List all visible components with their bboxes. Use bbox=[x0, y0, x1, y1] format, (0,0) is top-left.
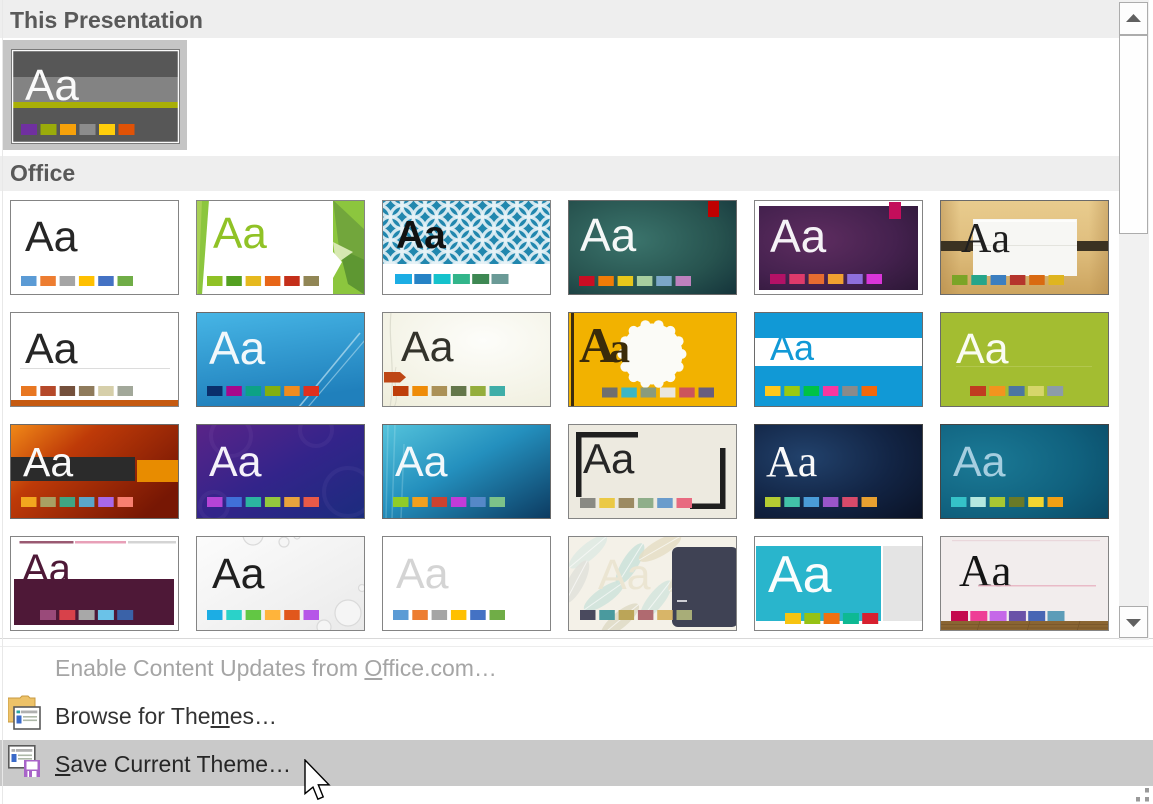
svg-text:Aa: Aa bbox=[598, 551, 651, 599]
svg-text:Aa: Aa bbox=[401, 323, 454, 371]
svg-text:Aa: Aa bbox=[25, 61, 79, 110]
svg-text:Aa: Aa bbox=[25, 325, 78, 373]
svg-text:Aa: Aa bbox=[395, 438, 448, 486]
svg-text:Aa: Aa bbox=[956, 325, 1009, 373]
svg-text:Aa: Aa bbox=[583, 435, 635, 482]
svg-text:Aa: Aa bbox=[209, 322, 266, 374]
svg-text:Aa: Aa bbox=[770, 210, 827, 262]
svg-text:Aa: Aa bbox=[766, 437, 817, 486]
svg-text:Aa: Aa bbox=[213, 209, 267, 258]
svg-text:Aa: Aa bbox=[25, 213, 78, 261]
svg-text:Aa: Aa bbox=[961, 216, 1010, 262]
svg-text:Aa: Aa bbox=[959, 546, 1011, 596]
svg-text:Aa: Aa bbox=[396, 550, 449, 598]
svg-text:Aa: Aa bbox=[212, 550, 265, 598]
svg-text:Aa: Aa bbox=[953, 438, 1006, 486]
svg-text:a: a bbox=[609, 326, 630, 372]
svg-text:Aa: Aa bbox=[209, 438, 262, 486]
svg-text:Aa: Aa bbox=[580, 209, 637, 261]
svg-text:Aa: Aa bbox=[770, 327, 815, 368]
svg-text:Aa: Aa bbox=[396, 214, 446, 257]
svg-text:Aa: Aa bbox=[768, 546, 832, 604]
svg-text:Aa: Aa bbox=[23, 439, 73, 485]
